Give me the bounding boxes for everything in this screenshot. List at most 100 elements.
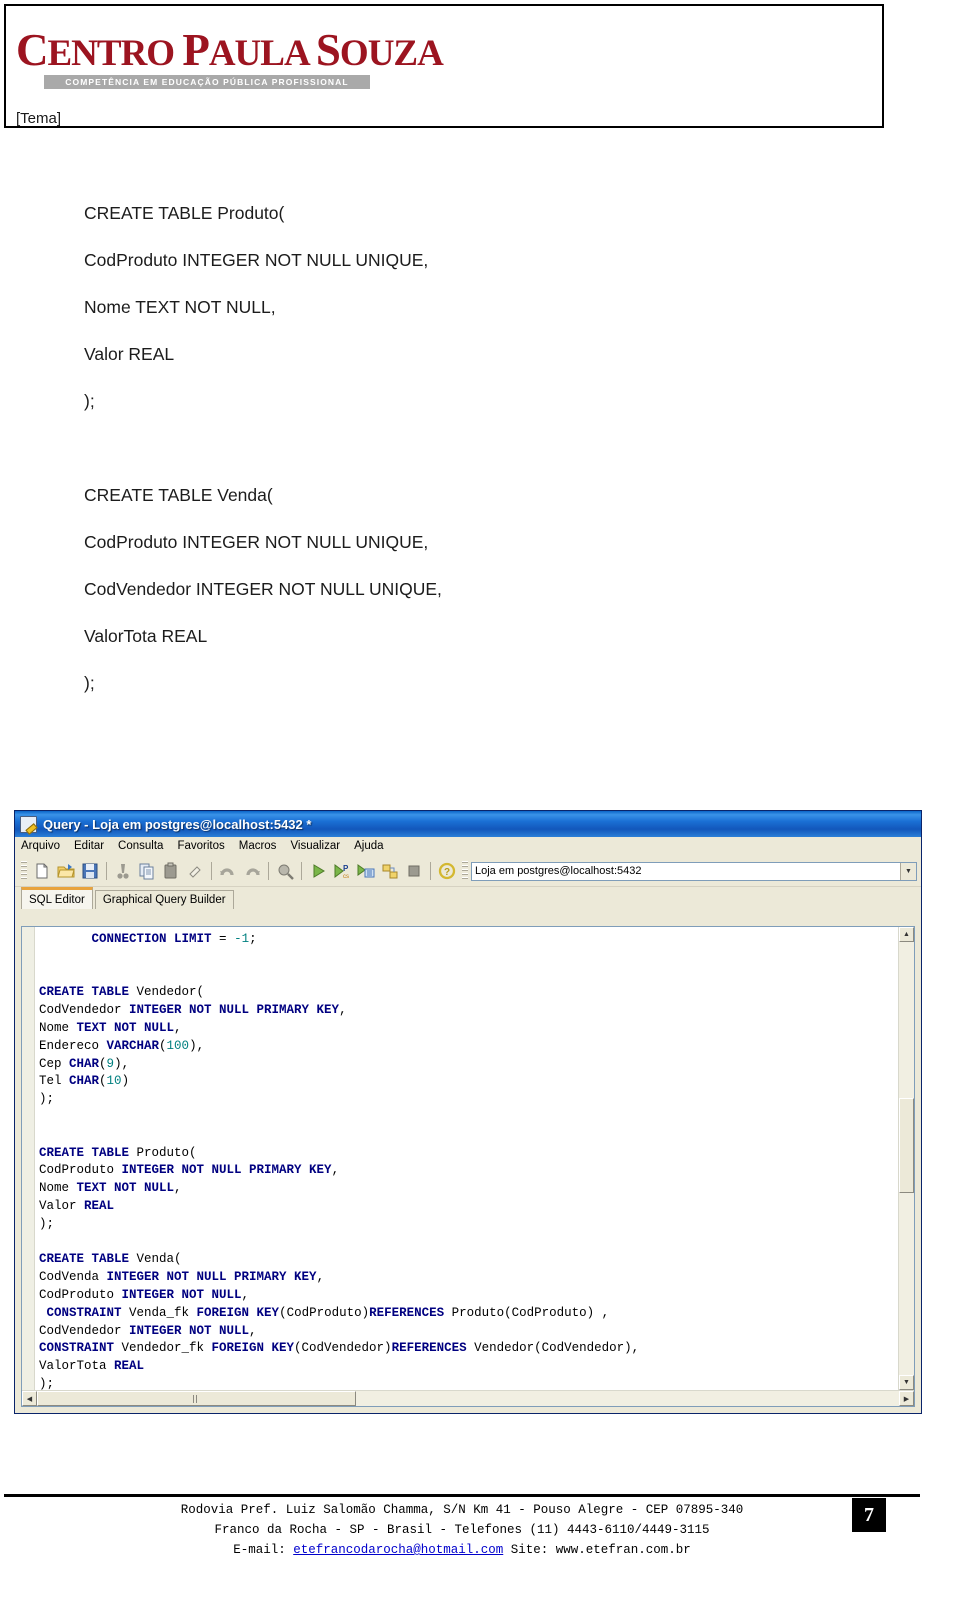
tab-sql-editor[interactable]: SQL Editor	[21, 887, 93, 909]
stop-icon[interactable]	[404, 861, 424, 881]
menu-item-ajuda[interactable]: Ajuda	[354, 840, 383, 852]
logo-text-aula: AULA	[208, 33, 316, 74]
query-document-icon	[20, 815, 37, 833]
code-line: Tel CHAR(10)	[39, 1073, 898, 1091]
new-file-icon[interactable]	[32, 861, 52, 881]
sql-keyword: INTEGER NOT NULL PRIMARY KEY	[121, 1163, 332, 1178]
footer-contact-line: E-mail: etefrancodarocha@hotmail.com Sit…	[4, 1540, 920, 1560]
editor-gutter	[22, 927, 35, 1390]
toolbar-grip[interactable]	[21, 861, 27, 881]
hscroll-thumb[interactable]	[37, 1391, 356, 1406]
sql-keyword: INTEGER NOT NULL	[121, 1287, 242, 1302]
sql-keyword: CONSTRAINT	[46, 1305, 130, 1320]
sql-text: );	[39, 1376, 55, 1390]
cut-icon[interactable]	[113, 861, 133, 881]
sql-keyword: INTEGER NOT NULL PRIMARY KEY	[129, 1003, 340, 1018]
connection-combo[interactable]: Loja em postgres@localhost:5432 ▼	[471, 861, 917, 881]
menu-item-visualizar[interactable]: Visualizar	[290, 840, 340, 852]
hscroll-track[interactable]	[37, 1391, 899, 1406]
code-line: CodProduto INTEGER NOT NULL,	[39, 1287, 898, 1305]
footer-site-label: Site:	[503, 1543, 556, 1557]
sql-text: ,	[249, 1323, 257, 1338]
sql-text: ,	[339, 1003, 347, 1018]
chevron-right-icon[interactable]: ▶	[899, 1391, 914, 1406]
help-icon[interactable]: ?	[437, 861, 457, 881]
undo-icon[interactable]	[218, 861, 238, 881]
sql-line: CodProduto INTEGER NOT NULL UNIQUE,	[84, 250, 429, 270]
tab-graphical-query-builder[interactable]: Graphical Query Builder	[94, 890, 234, 909]
sql-line: Valor REAL	[84, 344, 175, 364]
chevron-left-icon[interactable]: ◀	[22, 1391, 37, 1406]
horizontal-scrollbar[interactable]: ◀ ▶	[22, 1390, 914, 1406]
logo-text-ouza: OUZA	[339, 33, 444, 74]
menu-item-favoritos[interactable]: Favoritos	[177, 840, 224, 852]
chevron-up-icon[interactable]: ▲	[899, 927, 914, 942]
save-icon[interactable]	[80, 861, 100, 881]
toolbar-grip[interactable]	[462, 861, 468, 881]
sql-text: Nome	[39, 1181, 77, 1196]
sql-keyword: TEXT NOT NULL	[76, 1020, 175, 1035]
menu-item-editar[interactable]: Editar	[74, 840, 104, 852]
code-line: );	[39, 1091, 898, 1109]
sql-line: CodVendedor INTEGER NOT NULL UNIQUE,	[84, 579, 442, 599]
execute-query-icon[interactable]	[308, 861, 328, 881]
find-icon[interactable]	[275, 861, 295, 881]
sql-text: CodVenda	[39, 1270, 107, 1285]
query-builder-icon[interactable]	[380, 861, 400, 881]
code-line: CONSTRAINT Vendedor_fk FOREIGN KEY(CodVe…	[39, 1340, 898, 1358]
logo: CENTRO PAULA SOUZA COMPETÊNCIA EM EDUCAÇ…	[16, 28, 444, 89]
sql-keyword: INTEGER NOT NULL	[129, 1323, 250, 1338]
toolbar: Pcs ? Loja em postgres@localhost:5432 ▼	[15, 856, 921, 887]
sql-line: ValorTota REAL	[84, 626, 208, 646]
sql-block-produto: CREATE TABLE Produto( CodProduto INTEGER…	[84, 190, 784, 425]
execute-to-file-icon[interactable]	[356, 861, 376, 881]
toolbar-separator	[430, 862, 431, 880]
menu-item-macros[interactable]: Macros	[239, 840, 277, 852]
sql-text: );	[39, 1092, 55, 1107]
sql-text: Nome	[39, 1020, 77, 1035]
code-line: Nome TEXT NOT NULL,	[39, 1020, 898, 1038]
sql-text: (	[159, 1038, 167, 1053]
vscroll-thumb[interactable]	[899, 1097, 914, 1194]
chevron-down-icon[interactable]: ▼	[900, 862, 916, 880]
code-line: Cep CHAR(9),	[39, 1056, 898, 1074]
sql-line: CREATE TABLE Venda(	[84, 485, 273, 505]
sql-number: 9	[106, 1056, 115, 1071]
explain-query-icon[interactable]: Pcs	[332, 861, 352, 881]
sql-text: Vendedor(CodVendedor),	[466, 1341, 640, 1356]
code-line: CREATE TABLE Venda(	[39, 1251, 898, 1269]
sql-line: );	[84, 673, 95, 693]
redo-icon[interactable]	[242, 861, 262, 881]
menu-item-arquivo[interactable]: Arquivo	[21, 840, 60, 852]
sql-keyword: CHAR	[69, 1074, 100, 1089]
open-folder-icon[interactable]	[56, 861, 76, 881]
window-titlebar: Query - Loja em postgres@localhost:5432 …	[15, 811, 921, 837]
sql-text: (	[99, 1056, 107, 1071]
svg-text:?: ?	[444, 867, 450, 878]
code-line: CodVendedor INTEGER NOT NULL PRIMARY KEY…	[39, 1002, 898, 1020]
vertical-scrollbar[interactable]: ▲ ▼	[898, 927, 914, 1390]
vscroll-track[interactable]	[899, 942, 914, 1375]
sql-keyword: REFERENCES	[391, 1341, 467, 1356]
paste-icon[interactable]	[161, 861, 181, 881]
footer-address-line-2: Franco da Rocha - SP - Brasil - Telefone…	[214, 1523, 710, 1537]
menu-item-consulta[interactable]: Consulta	[118, 840, 163, 852]
chevron-down-icon[interactable]: ▼	[899, 1375, 914, 1390]
code-line: );	[39, 1376, 898, 1390]
footer-email-link[interactable]: etefrancodarocha@hotmail.com	[293, 1543, 503, 1557]
sql-keyword: CONSTRAINT	[39, 1341, 122, 1356]
sql-text: Vendedor_fk	[121, 1341, 212, 1356]
page-footer: Rodovia Pref. Luiz Salomão Chamma, S/N K…	[4, 1500, 920, 1560]
clear-icon[interactable]	[185, 861, 205, 881]
page-number: 7	[852, 1498, 886, 1532]
sql-text: CodVendedor	[39, 1003, 130, 1018]
sql-editor-panel: CONNECTION LIMIT = -1; CREATE TABLE Vend…	[21, 926, 915, 1407]
copy-icon[interactable]	[137, 861, 157, 881]
footer-site-value: www.etefran.com.br	[555, 1543, 691, 1557]
sql-text: ),	[114, 1056, 130, 1071]
connection-combo-value: Loja em postgres@localhost:5432	[475, 865, 642, 877]
sql-code-area[interactable]: CONNECTION LIMIT = -1; CREATE TABLE Vend…	[35, 927, 898, 1390]
